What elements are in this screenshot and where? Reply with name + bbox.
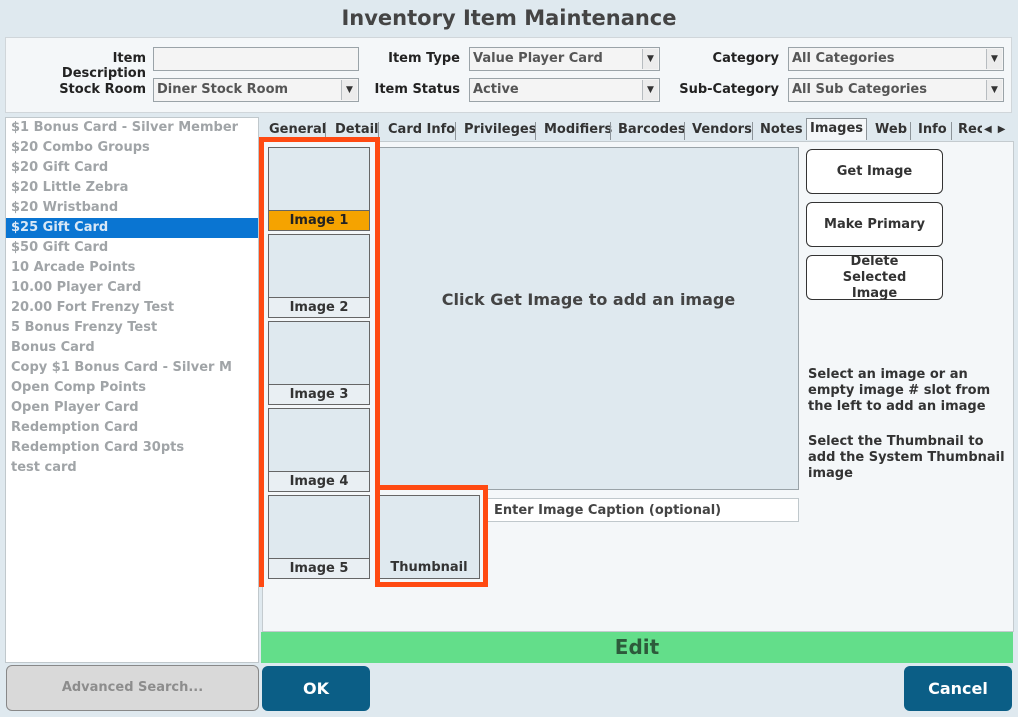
category-value: All Categories [792, 51, 895, 66]
list-item[interactable]: $20 Gift Card [6, 158, 258, 178]
chevron-down-icon: ▼ [642, 49, 658, 69]
list-item-selected[interactable]: $25 Gift Card [6, 218, 258, 238]
stock-room-select[interactable]: Diner Stock Room ▼ [153, 78, 359, 102]
tab-separator [378, 122, 379, 140]
list-item[interactable]: 10 Arcade Points [6, 258, 258, 278]
page-title: Inventory Item Maintenance [341, 6, 677, 30]
list-item[interactable]: $1 Bonus Card - Silver Member [6, 118, 258, 138]
item-status-value: Active [473, 82, 519, 97]
tab-card-info[interactable]: Card Info [388, 120, 455, 142]
image-slot-label: Image 5 [269, 558, 369, 578]
tab-web[interactable]: Web [875, 120, 907, 142]
chevron-down-icon: ▼ [986, 80, 1002, 100]
tab-vendors[interactable]: Vendors [692, 120, 752, 142]
tab-detail[interactable]: Detail [335, 120, 379, 142]
tab-separator [951, 122, 952, 140]
get-image-button[interactable]: Get Image [806, 149, 943, 194]
item-description-label: Item Description [61, 51, 146, 81]
tab-info[interactable]: Info [918, 120, 947, 142]
category-label: Category [712, 51, 779, 66]
list-item[interactable]: 5 Bonus Frenzy Test [6, 318, 258, 338]
list-item[interactable]: $20 Wristband [6, 198, 258, 218]
list-item[interactable]: Bonus Card [6, 338, 258, 358]
advanced-search-button[interactable]: Advanced Search... [6, 665, 259, 711]
stock-room-value: Diner Stock Room [157, 82, 289, 97]
tab-privileges[interactable]: Privileges [464, 120, 536, 142]
mode-bar: Edit [261, 632, 1013, 663]
chevron-left-icon[interactable]: ◀ [984, 124, 992, 135]
tab-separator [610, 122, 611, 140]
item-type-label: Item Type [388, 51, 460, 66]
cancel-button[interactable]: Cancel [904, 666, 1012, 711]
image-slot-label: Image 4 [269, 471, 369, 491]
image-hint-1: Select an image or an empty image # slot… [808, 367, 991, 414]
tab-separator [535, 122, 536, 140]
list-item[interactable]: 10.00 Player Card [6, 278, 258, 298]
item-status-label: Item Status [374, 82, 461, 97]
item-status-select[interactable]: Active ▼ [469, 78, 660, 102]
item-type-value: Value Player Card [473, 51, 603, 66]
item-description-field[interactable] [153, 47, 359, 71]
list-item[interactable]: Open Player Card [6, 398, 258, 418]
thumbnail-label: Thumbnail [379, 558, 479, 578]
list-item[interactable]: $50 Gift Card [6, 238, 258, 258]
tab-modifiers[interactable]: Modifiers [544, 120, 612, 142]
image-hint-2: Select the Thumbnail to add the System T… [808, 434, 1005, 481]
preview-message: Click Get Image to add an image [441, 290, 736, 309]
tab-barcodes[interactable]: Barcodes [618, 120, 686, 142]
chevron-down-icon: ▼ [986, 49, 1002, 69]
tab-separator [910, 122, 911, 140]
chevron-right-icon[interactable]: ▶ [998, 124, 1006, 135]
list-item[interactable]: test card [6, 458, 258, 478]
image-slot-label: Image 2 [269, 297, 369, 317]
list-item[interactable]: Open Comp Points [6, 378, 258, 398]
item-type-select[interactable]: Value Player Card ▼ [469, 47, 660, 71]
list-item[interactable]: $20 Little Zebra [6, 178, 258, 198]
chevron-down-icon: ▼ [341, 80, 357, 100]
list-item[interactable]: Copy $1 Bonus Card - Silver M [6, 358, 258, 378]
sub-category-label: Sub-Category [679, 82, 779, 97]
tab-scroll-arrows[interactable]: ◀ ▶ [984, 124, 1005, 135]
stock-room-label: Stock Room [59, 82, 146, 97]
chevron-down-icon: ▼ [642, 80, 658, 100]
image-preview: Click Get Image to add an image [378, 147, 799, 490]
make-primary-button[interactable]: Make Primary [806, 202, 943, 247]
list-item[interactable]: 20.00 Fort Frenzy Test [6, 298, 258, 318]
image-slot-label: Image 1 [269, 210, 369, 230]
tab-rec[interactable]: Rec [958, 120, 982, 142]
list-item[interactable]: Redemption Card 30pts [6, 438, 258, 458]
list-item[interactable]: $20 Combo Groups [6, 138, 258, 158]
sub-category-value: All Sub Categories [792, 82, 927, 97]
tab-separator [455, 122, 456, 140]
list-item[interactable]: Redemption Card [6, 418, 258, 438]
tab-general[interactable]: General [269, 120, 326, 142]
tab-bar: General Detail Card Info Privileges Modi… [262, 118, 1014, 142]
thumbnail-slot[interactable]: Thumbnail [378, 495, 480, 579]
ok-button[interactable]: OK [262, 666, 370, 711]
category-select[interactable]: All Categories ▼ [788, 47, 1004, 71]
sub-category-select[interactable]: All Sub Categories ▼ [788, 78, 1004, 102]
item-list[interactable]: $1 Bonus Card - Silver Member $20 Combo … [5, 117, 259, 663]
tab-images[interactable]: Images [806, 118, 868, 140]
item-filter-panel: Item Description Stock Room Diner Stock … [5, 37, 1012, 113]
tab-notes[interactable]: Notes [760, 120, 803, 142]
image-caption-input[interactable]: Enter Image Caption (optional) [487, 498, 799, 522]
delete-selected-image-button[interactable]: Delete Selected Image [806, 254, 943, 301]
image-slot-4[interactable]: Image 4 [268, 408, 370, 492]
image-slot-2[interactable]: Image 2 [268, 234, 370, 318]
image-slot-label: Image 3 [269, 384, 369, 404]
image-slot-5[interactable]: Image 5 [268, 495, 370, 579]
tab-separator [684, 122, 685, 140]
image-slot-3[interactable]: Image 3 [268, 321, 370, 405]
tab-separator [752, 122, 753, 140]
image-slot-1[interactable]: Image 1 [268, 147, 370, 231]
tab-separator [325, 122, 326, 140]
